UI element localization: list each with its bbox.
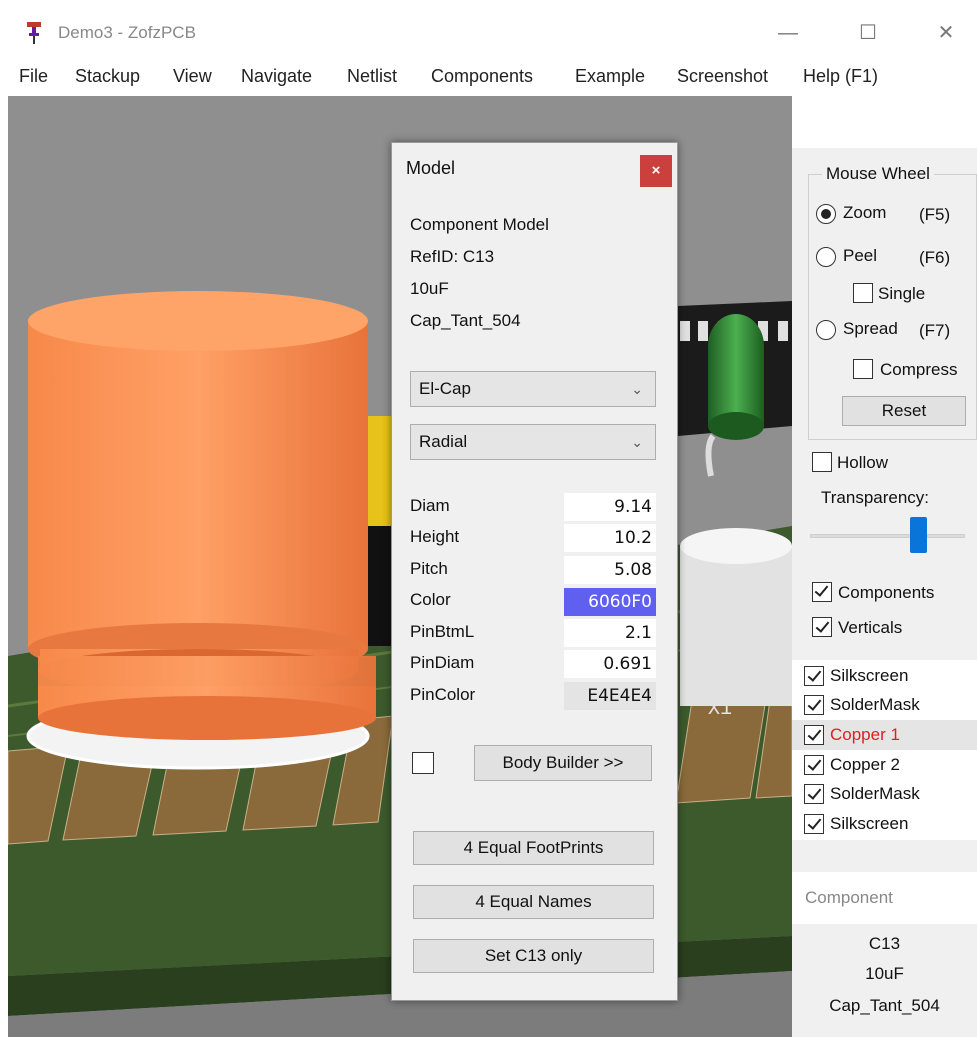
pincolor-field[interactable]: E4E4E4 — [564, 682, 656, 710]
layer-label[interactable]: SolderMask — [830, 784, 920, 804]
layer-label[interactable]: SolderMask — [830, 695, 920, 715]
layer-label[interactable]: Copper 2 — [830, 755, 900, 775]
menu-screenshot[interactable]: Screenshot — [677, 66, 768, 87]
model-style-select[interactable]: Radial ⌄ — [410, 424, 656, 460]
model-value: 10uF — [410, 279, 449, 298]
layer-label-selected[interactable]: Copper 1 — [830, 725, 900, 745]
close-window-button[interactable]: ✕ — [926, 18, 966, 48]
model-info-title: Component Model — [410, 215, 549, 234]
param-label-diam: Diam — [410, 496, 450, 515]
param-label-color: Color — [410, 590, 451, 609]
single-checkbox[interactable] — [853, 283, 873, 303]
param-label-pitch: Pitch — [410, 559, 448, 578]
body-builder-checkbox[interactable] — [412, 752, 434, 774]
spread-label: Spread — [843, 319, 898, 338]
layer-checkbox[interactable] — [804, 666, 824, 686]
menu-stackup[interactable]: Stackup — [75, 66, 140, 87]
components-check-mark — [812, 582, 832, 602]
hollow-label: Hollow — [837, 453, 889, 472]
components-label: Components — [838, 583, 935, 602]
body-builder-button[interactable]: Body Builder >> — [474, 745, 652, 781]
layer-checkbox[interactable] — [804, 755, 824, 775]
set-only-button[interactable]: Set C13 only — [413, 939, 654, 973]
height-field[interactable]: 10.2 — [564, 524, 656, 552]
mouse-wheel-title: Mouse Wheel — [822, 164, 934, 184]
chevron-down-icon: ⌄ — [631, 381, 643, 397]
maximize-button[interactable]: ☐ — [848, 18, 888, 48]
app-icon — [27, 22, 41, 44]
layer-label[interactable]: Silkscreen — [830, 814, 908, 834]
peel-radio[interactable] — [816, 247, 836, 267]
transparency-label: Transparency: — [821, 488, 930, 507]
menu-netlist[interactable]: Netlist — [347, 66, 397, 87]
zoom-label: Zoom — [843, 203, 887, 222]
title-bar: Demo3 - ZofzPCB — ☐ ✕ — [0, 0, 977, 60]
menu-file[interactable]: File — [19, 66, 48, 87]
window-title: Demo3 - ZofzPCB — [58, 23, 196, 42]
compress-checkbox[interactable] — [853, 359, 873, 379]
reset-button[interactable]: Reset — [842, 396, 966, 426]
menu-components[interactable]: Components — [431, 66, 533, 87]
diam-field[interactable]: 9.14 — [564, 493, 656, 521]
color-field[interactable]: 6060F0 — [564, 588, 656, 616]
hollow-checkbox[interactable] — [812, 452, 832, 472]
menu-view[interactable]: View — [173, 66, 212, 87]
model-refid: RefID: C13 — [410, 247, 495, 266]
spread-shortcut: (F7) — [919, 321, 951, 340]
zoom-radio[interactable] — [816, 204, 836, 224]
minimize-button[interactable]: — — [768, 18, 808, 48]
model-type-select[interactable]: El-Cap ⌄ — [410, 371, 656, 407]
menu-bar: File Stackup View Navigate Netlist Compo… — [0, 60, 977, 96]
param-label-height: Height — [410, 527, 460, 546]
component-refid: C13 — [868, 934, 901, 953]
pinbtml-field[interactable]: 2.1 — [564, 619, 656, 647]
dialog-title: Model — [406, 158, 456, 178]
verticals-label: Verticals — [838, 618, 903, 637]
chevron-down-icon: ⌄ — [631, 434, 643, 450]
param-label-pincolor: PinColor — [410, 685, 476, 704]
equal-footprints-button[interactable]: 4 Equal FootPrints — [413, 831, 654, 865]
spread-radio[interactable] — [816, 320, 836, 340]
dialog-close-button[interactable]: × — [640, 155, 672, 187]
layer-checkbox[interactable] — [804, 814, 824, 834]
layer-checkbox[interactable] — [804, 725, 824, 745]
param-label-pindiam: PinDiam — [410, 653, 475, 672]
peel-label: Peel — [843, 246, 878, 265]
pitch-field[interactable]: 5.08 — [564, 556, 656, 584]
component-info: C13 10uF Cap_Tant_504 — [792, 924, 977, 1037]
zoom-shortcut: (F5) — [919, 205, 951, 224]
verticals-checkbox[interactable] — [812, 617, 832, 637]
model-style-value: Radial — [419, 432, 468, 451]
peel-shortcut: (F6) — [919, 248, 951, 267]
component-header: Component — [792, 872, 977, 924]
component-value: 10uF — [865, 964, 904, 983]
menu-navigate[interactable]: Navigate — [241, 66, 312, 87]
component-header-label: Component — [805, 888, 893, 907]
layer-checkbox[interactable] — [804, 695, 824, 715]
param-label-pinbtml: PinBtmL — [410, 622, 475, 641]
pindiam-field[interactable]: 0.691 — [564, 650, 656, 678]
layer-checkbox[interactable] — [804, 784, 824, 804]
panel-header — [792, 96, 977, 148]
transparency-slider-thumb[interactable] — [910, 517, 927, 553]
component-footprint: Cap_Tant_504 — [829, 996, 940, 1015]
menu-help[interactable]: Help (F1) — [803, 66, 878, 87]
equal-names-button[interactable]: 4 Equal Names — [413, 885, 654, 919]
layer-label[interactable]: Silkscreen — [830, 666, 908, 686]
compress-label: Compress — [880, 360, 958, 379]
transparency-slider-track[interactable] — [810, 534, 965, 538]
menu-example[interactable]: Example — [575, 66, 645, 87]
single-label: Single — [878, 284, 926, 303]
model-type-value: El-Cap — [419, 379, 471, 398]
layer-list — [792, 660, 977, 840]
model-footprint: Cap_Tant_504 — [410, 311, 521, 330]
